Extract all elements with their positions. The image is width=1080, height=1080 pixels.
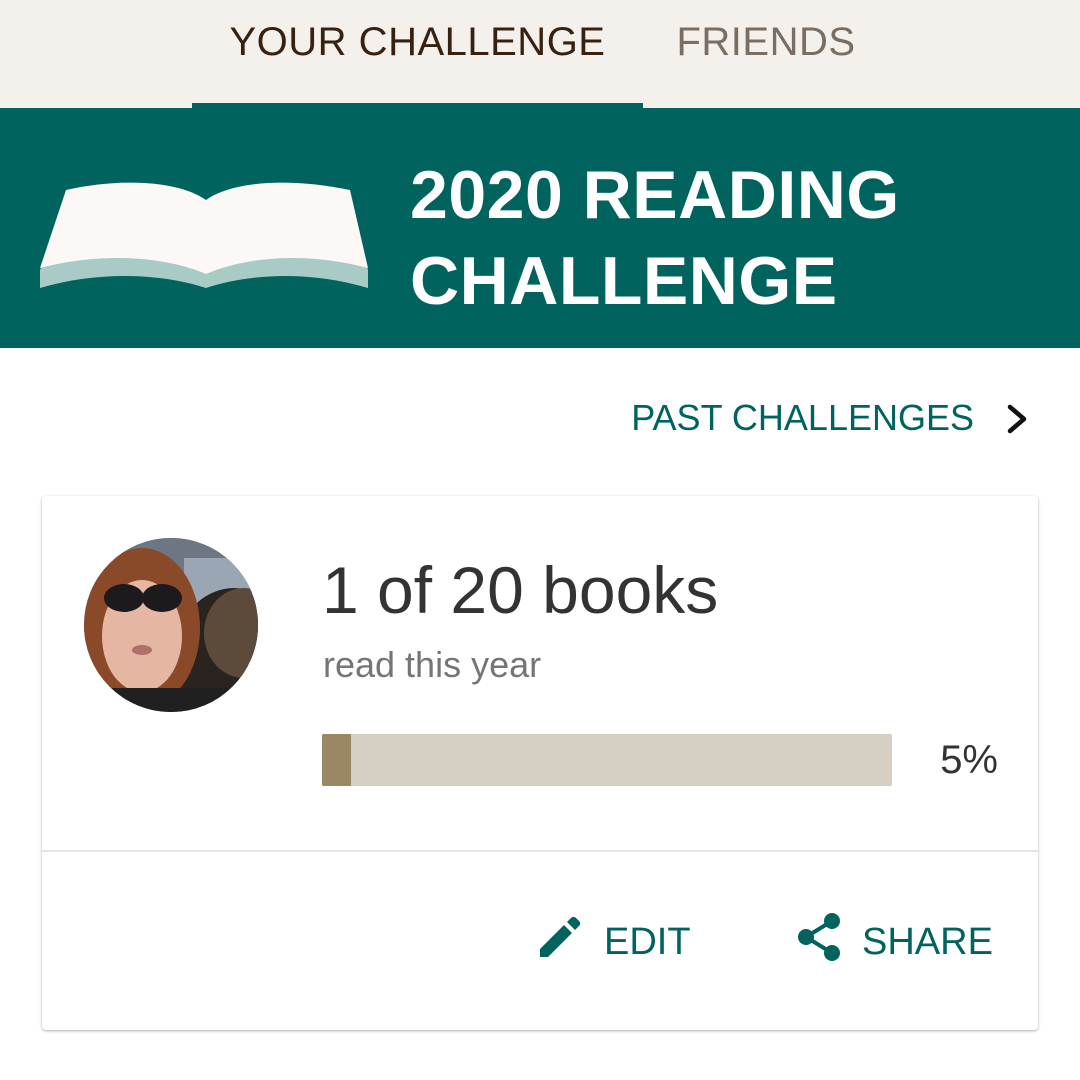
tab-friends[interactable]: FRIENDS bbox=[650, 0, 882, 108]
challenge-progress-bar bbox=[322, 734, 892, 786]
share-button[interactable]: SHARE bbox=[794, 912, 993, 972]
tab-your-challenge-label: YOUR CHALLENGE bbox=[229, 19, 606, 64]
challenge-progress-fill bbox=[322, 734, 351, 786]
challenge-progress-card: 1 of 20 books read this year 5% EDIT SHA… bbox=[42, 496, 1038, 1030]
books-read-count: 1 of 20 books bbox=[322, 553, 719, 627]
open-book-icon bbox=[40, 182, 368, 288]
card-divider bbox=[42, 850, 1038, 852]
past-challenges-label: PAST CHALLENGES bbox=[631, 397, 974, 438]
pencil-icon bbox=[534, 911, 586, 973]
banner-title-line-1: 2020 READING bbox=[410, 157, 900, 233]
share-icon bbox=[794, 911, 844, 973]
progress-percent: 5% bbox=[940, 737, 998, 782]
edit-button[interactable]: EDIT bbox=[534, 912, 691, 972]
share-label: SHARE bbox=[862, 920, 993, 963]
challenge-banner: 2020 READING CHALLENGE bbox=[0, 108, 1080, 348]
tab-friends-label: FRIENDS bbox=[676, 19, 856, 64]
reading-challenge-screen: YOUR CHALLENGE FRIENDS 2020 READING CHAL… bbox=[0, 0, 1080, 1080]
books-read-subtitle: read this year bbox=[323, 644, 542, 685]
banner-title-line-2: CHALLENGE bbox=[410, 243, 838, 319]
chevron-right-icon bbox=[1004, 402, 1030, 434]
tab-bar: YOUR CHALLENGE FRIENDS bbox=[0, 0, 1080, 108]
past-challenges-link[interactable]: PAST CHALLENGES bbox=[560, 390, 1030, 446]
banner-title: 2020 READING CHALLENGE bbox=[410, 152, 1050, 324]
tab-your-challenge[interactable]: YOUR CHALLENGE bbox=[192, 0, 643, 108]
user-avatar[interactable] bbox=[84, 538, 258, 712]
edit-label: EDIT bbox=[604, 920, 691, 963]
